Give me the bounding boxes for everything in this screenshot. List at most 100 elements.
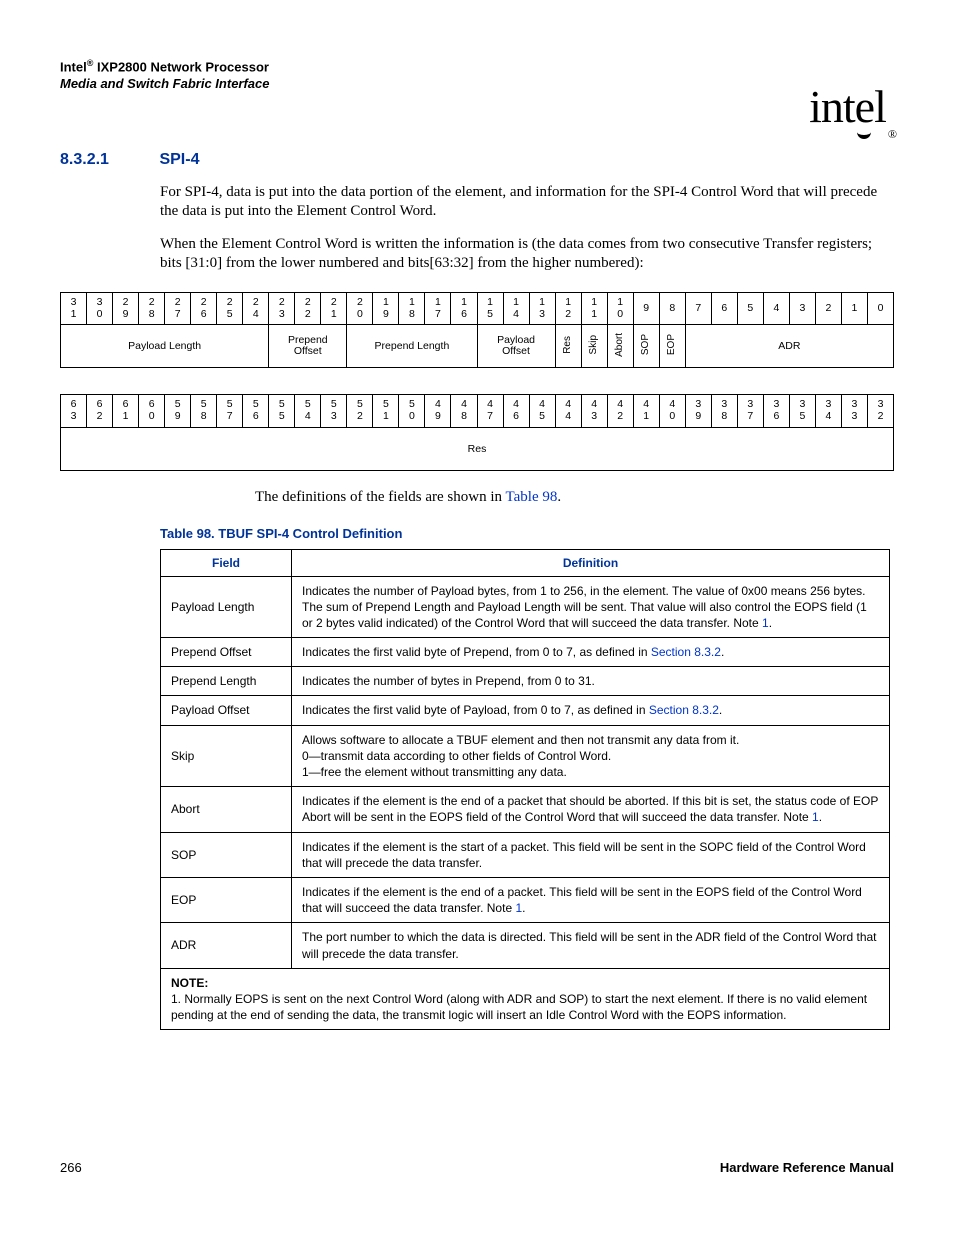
bit-number: 4 [763,293,789,325]
field-definition: The port number to which the data is dir… [292,923,890,968]
field-name: Payload Length [161,576,292,638]
bitfield-eop: EOP [659,325,685,368]
cross-ref-link[interactable]: 1 [515,901,522,915]
bit-number: 8 [659,293,685,325]
col-header-definition: Definition [292,549,890,576]
bit-number: 59 [165,395,191,427]
bit-number: 57 [217,395,243,427]
header-subtitle: Media and Switch Fabric Interface [60,76,894,91]
bitfield-sop: SOP [633,325,659,368]
table-caption: Table 98. TBUF SPI-4 Control Definition [160,526,894,541]
bit-number: 31 [61,293,87,325]
bit-number: 29 [113,293,139,325]
section-title: SPI-4 [159,151,199,168]
bit-number: 2 [815,293,841,325]
running-header: Intel® IXP2800 Network Processor Media a… [60,58,894,91]
bit-number: 58 [191,395,217,427]
field-name: Payload Offset [161,696,292,725]
cross-ref-link[interactable]: Section 8.3.2 [649,703,719,717]
bit-number: 9 [633,293,659,325]
field-definition: Indicates the first valid byte of Payloa… [292,696,890,725]
bit-number: 13 [529,293,555,325]
bit-number: 62 [87,395,113,427]
bit-number: 19 [373,293,399,325]
bitfield-abort: Abort [607,325,633,368]
table-note-row: NOTE:1. Normally EOPS is sent on the nex… [161,968,890,1030]
bit-number: 32 [867,395,893,427]
table-row: SOPIndicates if the element is the start… [161,832,890,877]
bit-number: 52 [347,395,373,427]
bitfield-prepend-length: Prepend Length [347,325,477,368]
bit-number: 0 [867,293,893,325]
bit-number: 60 [139,395,165,427]
field-name: Abort [161,787,292,832]
table-note: NOTE:1. Normally EOPS is sent on the nex… [161,968,890,1030]
bit-number: 15 [477,293,503,325]
bit-number: 3 [789,293,815,325]
field-definition: Indicates the number of bytes in Prepend… [292,667,890,696]
bit-number: 47 [477,395,503,427]
bit-number: 28 [139,293,165,325]
page-footer: 266 Hardware Reference Manual [60,1160,894,1175]
intel-logo: intel® [809,80,894,136]
bit-number: 12 [555,293,581,325]
bit-number: 6 [711,293,737,325]
bit-number: 56 [243,395,269,427]
bit-number: 46 [503,395,529,427]
field-name: Prepend Length [161,667,292,696]
cross-ref-link[interactable]: 1 [762,616,769,630]
bit-number: 51 [373,395,399,427]
cross-ref-link[interactable]: 1 [812,810,819,824]
paragraph-2: When the Element Control Word is written… [160,235,894,273]
bit-number: 18 [399,293,425,325]
bit-number: 44 [555,395,581,427]
field-name: ADR [161,923,292,968]
bit-number: 54 [295,395,321,427]
bit-number: 50 [399,395,425,427]
col-header-field: Field [161,549,292,576]
table-row: Prepend OffsetIndicates the first valid … [161,638,890,667]
bit-number: 40 [659,395,685,427]
bit-number: 61 [113,395,139,427]
section-heading: 8.3.2.1 SPI-4 [60,151,894,169]
bit-number: 14 [503,293,529,325]
field-name: Prepend Offset [161,638,292,667]
bit-number: 48 [451,395,477,427]
bitfield-table-1: 3130292827262524232221201918171615141312… [60,292,894,368]
field-definition: Indicates the number of Payload bytes, f… [292,576,890,638]
bitfield-payload-offset: PayloadOffset [477,325,555,368]
table-row: Payload OffsetIndicates the first valid … [161,696,890,725]
bit-number: 53 [321,395,347,427]
table-row: AbortIndicates if the element is the end… [161,787,890,832]
bit-number: 55 [269,395,295,427]
bit-number: 39 [685,395,711,427]
bit-number: 26 [191,293,217,325]
bit-number: 35 [789,395,815,427]
bitfield-table-2: 6362616059585756555453525150494847464544… [60,394,894,470]
bit-number: 17 [425,293,451,325]
bitfield-adr: ADR [685,325,893,368]
table-row: Prepend LengthIndicates the number of by… [161,667,890,696]
bit-number: 45 [529,395,555,427]
table-row: EOPIndicates if the element is the end o… [161,877,890,922]
bit-number: 21 [321,293,347,325]
bit-number: 34 [815,395,841,427]
cross-ref-link[interactable]: Section 8.3.2 [651,645,721,659]
table-row: Payload LengthIndicates the number of Pa… [161,576,890,638]
bit-number: 10 [607,293,633,325]
table-row: SkipAllows software to allocate a TBUF e… [161,725,890,787]
table-98-link[interactable]: Table 98 [506,489,558,505]
bit-number: 24 [243,293,269,325]
bitfield-res: Res [61,427,894,470]
bit-number: 30 [87,293,113,325]
bit-number: 36 [763,395,789,427]
field-name: EOP [161,877,292,922]
table-row: ADRThe port number to which the data is … [161,923,890,968]
bit-number: 38 [711,395,737,427]
bitfield-prepend-offset: PrependOffset [269,325,347,368]
bitfield-skip: Skip [581,325,607,368]
field-definition: Indicates if the element is the end of a… [292,877,890,922]
bit-number: 11 [581,293,607,325]
bit-number: 41 [633,395,659,427]
field-definition: Indicates if the element is the end of a… [292,787,890,832]
